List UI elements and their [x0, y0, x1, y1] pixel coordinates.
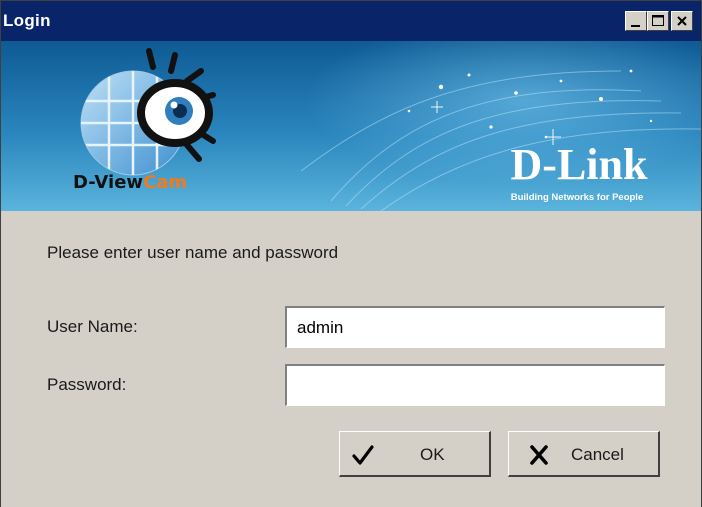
x-cross-icon [530, 445, 548, 465]
ok-button[interactable]: OK [339, 431, 491, 477]
title-bar[interactable]: Login [1, 1, 701, 41]
close-icon [677, 16, 687, 26]
svg-text:D-ViewCam: D-ViewCam [73, 172, 187, 193]
login-form: Please enter user name and password User… [1, 211, 701, 507]
dlink-logo: D-Link Building Networks for People [511, 140, 648, 203]
maximize-icon [652, 15, 664, 26]
minimize-icon [631, 25, 640, 27]
close-button[interactable] [671, 11, 693, 31]
ok-button-label: OK [420, 445, 445, 464]
maximize-button[interactable] [647, 11, 669, 31]
dlink-brand-name: D-Link [511, 140, 648, 189]
viewcam-logo-text: D-View [73, 172, 143, 193]
checkmark-icon [352, 445, 374, 465]
username-label: User Name: [47, 317, 138, 336]
username-input[interactable] [285, 306, 665, 348]
login-window: Login D-ViewCam D-Link Building Networks… [0, 0, 702, 507]
login-prompt: Please enter user name and password [47, 243, 339, 262]
window-title: Login [3, 11, 51, 30]
cancel-button[interactable]: Cancel [508, 431, 660, 477]
cancel-button-label: Cancel [571, 445, 624, 464]
minimize-button[interactable] [625, 11, 647, 31]
viewcam-logo-accent-text: Cam [143, 172, 187, 193]
banner-graphic: D-ViewCam D-Link Building Networks for P… [1, 41, 701, 211]
password-label: Password: [47, 375, 127, 394]
dlink-tagline: Building Networks for People [511, 192, 644, 203]
header-banner: D-ViewCam D-Link Building Networks for P… [1, 41, 701, 211]
password-input[interactable] [285, 364, 665, 406]
